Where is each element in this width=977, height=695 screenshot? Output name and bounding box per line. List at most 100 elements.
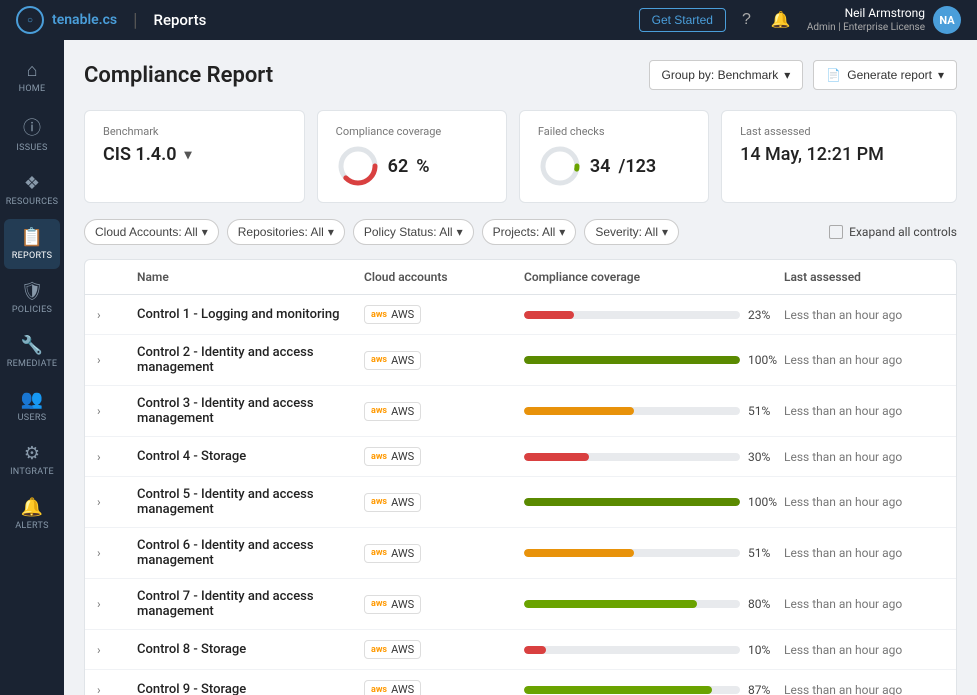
projects-chevron-icon: ▾ xyxy=(559,225,565,239)
row-chevron-0[interactable]: › xyxy=(97,308,137,322)
row-progress-1: 100% xyxy=(524,353,784,367)
row-progress-2: 51% xyxy=(524,404,784,418)
row-chevron-5[interactable]: › xyxy=(97,546,137,560)
notifications-icon[interactable]: 🔔 xyxy=(767,6,795,34)
row-progress-0: 23% xyxy=(524,308,784,322)
aws-logo-5: aws xyxy=(371,548,387,558)
remediate-icon: 🔧 xyxy=(21,335,43,356)
progress-bar-wrap-8 xyxy=(524,686,740,694)
policy-chevron-icon: ▾ xyxy=(457,225,463,239)
sidebar-item-issues[interactable]: ⓘ ISSUES xyxy=(4,106,60,161)
sidebar-item-alerts[interactable]: 🔔 ALERTS xyxy=(4,489,60,539)
row-progress-7: 10% xyxy=(524,643,784,657)
pct-label-7: 10% xyxy=(748,643,784,657)
benchmark-value: CIS 1.4.0 ▾ xyxy=(103,144,286,165)
row-name-6: Control 7 - Identity and access manageme… xyxy=(137,589,364,619)
progress-bar-wrap-3 xyxy=(524,453,740,461)
expand-label: Exapand all controls xyxy=(849,225,957,239)
group-by-button[interactable]: Group by: Benchmark ▾ xyxy=(649,60,804,90)
th-expand xyxy=(97,270,137,284)
sidebar-item-reports[interactable]: 📋 REPORTS xyxy=(4,219,60,269)
main-content: Compliance Report Group by: Benchmark ▾ … xyxy=(64,40,977,695)
filter-policy-status[interactable]: Policy Status: All ▾ xyxy=(353,219,474,245)
pct-label-0: 23% xyxy=(748,308,784,322)
coverage-donut-wrap: 62% xyxy=(336,144,488,188)
generate-report-button[interactable]: 📄 Generate report ▾ xyxy=(813,60,957,90)
aws-logo-8: aws xyxy=(371,685,387,695)
row-cloud-8: aws AWS xyxy=(364,680,524,695)
progress-bar-wrap-2 xyxy=(524,407,740,415)
failed-value: 34 xyxy=(590,156,611,177)
cloud-name-6: AWS xyxy=(391,598,414,611)
row-time-5: Less than an hour ago xyxy=(784,546,944,560)
aws-badge-3: aws AWS xyxy=(364,447,421,466)
progress-bar-wrap-1 xyxy=(524,356,740,364)
pct-label-2: 51% xyxy=(748,404,784,418)
row-chevron-6[interactable]: › xyxy=(97,597,137,611)
pct-label-5: 51% xyxy=(748,546,784,560)
row-chevron-3[interactable]: › xyxy=(97,450,137,464)
progress-bar-wrap-7 xyxy=(524,646,740,654)
row-progress-6: 80% xyxy=(524,597,784,611)
row-cloud-5: aws AWS xyxy=(364,544,524,563)
expand-controls[interactable]: Exapand all controls xyxy=(829,225,957,239)
reports-icon: 📋 xyxy=(21,227,43,248)
row-chevron-7[interactable]: › xyxy=(97,643,137,657)
aws-badge-4: aws AWS xyxy=(364,493,421,512)
progress-bar-fill-2 xyxy=(524,407,634,415)
aws-logo-4: aws xyxy=(371,497,387,507)
get-started-button[interactable]: Get Started xyxy=(639,8,726,32)
coverage-value: 62 xyxy=(388,156,409,177)
row-progress-4: 100% xyxy=(524,495,784,509)
cloud-name-7: AWS xyxy=(391,643,414,656)
table-row: › Control 3 - Identity and access manage… xyxy=(85,386,956,437)
progress-bar-wrap-6 xyxy=(524,600,740,608)
row-time-2: Less than an hour ago xyxy=(784,404,944,418)
row-name-4: Control 5 - Identity and access manageme… xyxy=(137,487,364,517)
nav-divider: | xyxy=(133,10,137,31)
row-chevron-1[interactable]: › xyxy=(97,353,137,367)
filter-repositories[interactable]: Repositories: All ▾ xyxy=(227,219,345,245)
sidebar-item-home[interactable]: ⌂ HOME xyxy=(4,52,60,102)
sidebar-item-policies[interactable]: 🛡 POLICIES xyxy=(4,273,60,323)
help-icon[interactable]: ? xyxy=(738,7,755,33)
aws-badge-0: aws AWS xyxy=(364,305,421,324)
row-chevron-8[interactable]: › xyxy=(97,683,137,695)
group-by-label: Group by: Benchmark xyxy=(662,68,779,82)
sidebar-item-users[interactable]: 👥 USERS xyxy=(4,381,60,431)
table-row: › Control 8 - Storage aws AWS 10% Less t… xyxy=(85,630,956,670)
top-nav: ○ tenable.cs | Reports Get Started ? 🔔 N… xyxy=(0,0,977,40)
aws-badge-2: aws AWS xyxy=(364,402,421,421)
table-row: › Control 9 - Storage aws AWS 87% Less t… xyxy=(85,670,956,695)
progress-bar-wrap-4 xyxy=(524,498,740,506)
filter-cloud-accounts[interactable]: Cloud Accounts: All ▾ xyxy=(84,219,219,245)
cloud-name-5: AWS xyxy=(391,547,414,560)
filter-projects[interactable]: Projects: All ▾ xyxy=(482,219,577,245)
coverage-donut xyxy=(336,144,380,188)
table-row: › Control 6 - Identity and access manage… xyxy=(85,528,956,579)
resources-icon: ❖ xyxy=(24,173,40,194)
user-avatar: NA xyxy=(933,6,961,34)
sidebar-item-integrate[interactable]: ⚙ INTGRATE xyxy=(4,435,60,485)
generate-chevron-icon: ▾ xyxy=(938,68,944,82)
aws-badge-1: aws AWS xyxy=(364,351,421,370)
row-time-6: Less than an hour ago xyxy=(784,597,944,611)
repos-chevron-icon: ▾ xyxy=(328,225,334,239)
generate-label: Generate report xyxy=(847,68,932,82)
sidebar-item-remediate[interactable]: 🔧 REMEDIATE xyxy=(4,327,60,377)
aws-logo-3: aws xyxy=(371,452,387,462)
integrate-icon: ⚙ xyxy=(24,443,40,464)
expand-checkbox[interactable] xyxy=(829,225,843,239)
row-cloud-4: aws AWS xyxy=(364,493,524,512)
aws-logo-2: aws xyxy=(371,406,387,416)
row-chevron-2[interactable]: › xyxy=(97,404,137,418)
sidebar-item-resources[interactable]: ❖ RESOURCES xyxy=(4,165,60,215)
table-row: › Control 1 - Logging and monitoring aws… xyxy=(85,295,956,335)
aws-badge-8: aws AWS xyxy=(364,680,421,695)
table-row: › Control 5 - Identity and access manage… xyxy=(85,477,956,528)
aws-logo-6: aws xyxy=(371,599,387,609)
row-chevron-4[interactable]: › xyxy=(97,495,137,509)
coverage-card: Compliance coverage 62% xyxy=(317,110,507,203)
filter-severity[interactable]: Severity: All ▾ xyxy=(584,219,679,245)
benchmark-dropdown[interactable]: ▾ xyxy=(185,147,192,163)
